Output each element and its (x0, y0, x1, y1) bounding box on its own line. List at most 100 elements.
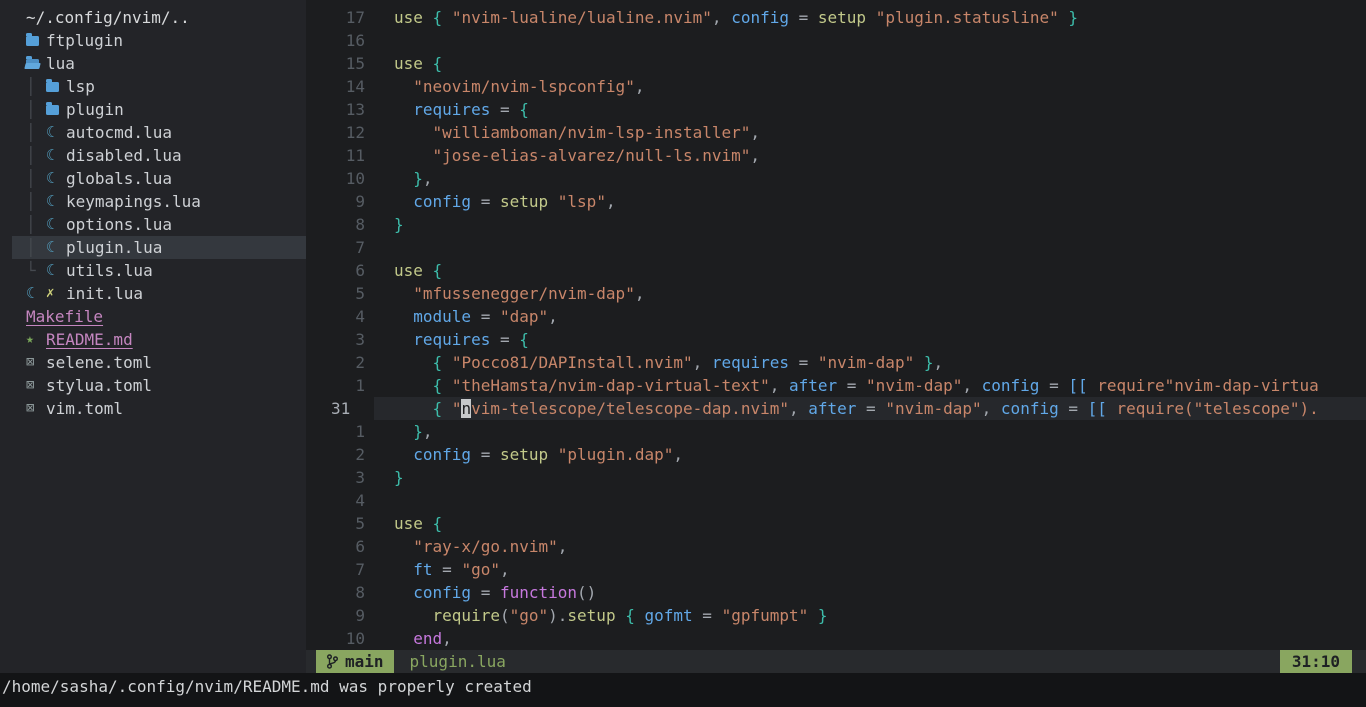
code-line[interactable]: 2 { "Pocco81/DAPInstall.nvim", requires … (306, 351, 1366, 374)
line-number: 6 (306, 535, 365, 558)
code-line[interactable]: 7 (306, 236, 1366, 259)
code-text (394, 489, 1366, 512)
code-text: { "Pocco81/DAPInstall.nvim", requires = … (394, 351, 1366, 374)
tree-item-README.md[interactable]: ★README.md (0, 328, 306, 351)
line-number: 16 (306, 29, 365, 52)
code-line[interactable]: 13 requires = { (306, 98, 1366, 121)
tree-guide: └ (26, 259, 46, 282)
code-line[interactable]: 6 use { (306, 259, 1366, 282)
tree-item-label: stylua.toml (46, 374, 152, 397)
tree-item-label: disabled.lua (66, 144, 182, 167)
file-tree: ftpluginlua│lsp│plugin│☾autocmd.lua│☾dis… (0, 29, 306, 420)
code-text: config = function() (394, 581, 1366, 604)
editor-column: 17use { "nvim-lualine/lualine.nvim", con… (306, 0, 1366, 673)
code-text: ft = "go", (394, 558, 1366, 581)
code-line[interactable]: 1 }, (306, 420, 1366, 443)
tree-item-lsp[interactable]: │lsp (0, 75, 306, 98)
code-line[interactable]: 9 config = setup "lsp", (306, 190, 1366, 213)
tree-guide: │ (26, 121, 46, 144)
tree-item-lua[interactable]: lua (0, 52, 306, 75)
tree-item-autocmd.lua[interactable]: │☾autocmd.lua (0, 121, 306, 144)
tree-root-path: ~/.config/nvim/.. (0, 6, 306, 29)
line-number: 7 (306, 236, 365, 259)
lua-file-icon: ☾ (46, 121, 66, 144)
code-line[interactable]: 1 { "theHamsta/nvim-dap-virtual-text", a… (306, 374, 1366, 397)
lua-file-icon: ☾ (46, 144, 66, 167)
tree-item-disabled.lua[interactable]: │☾disabled.lua (0, 144, 306, 167)
code-line[interactable]: 6 "ray-x/go.nvim", (306, 535, 1366, 558)
tree-item-utils.lua[interactable]: └☾utils.lua (0, 259, 306, 282)
tree-item-options.lua[interactable]: │☾options.lua (0, 213, 306, 236)
code-line[interactable]: 8 config = function() (306, 581, 1366, 604)
tree-item-label: options.lua (66, 213, 172, 236)
code-line[interactable]: 3} (306, 466, 1366, 489)
line-number: 12 (306, 121, 365, 144)
tree-item-vim.toml[interactable]: ⊠vim.toml (0, 397, 306, 420)
tree-item-ftplugin[interactable]: ftplugin (0, 29, 306, 52)
tree-item-stylua.toml[interactable]: ⊠stylua.toml (0, 374, 306, 397)
code-line[interactable]: 16 (306, 29, 1366, 52)
tree-item-label: init.lua (66, 282, 143, 305)
tree-item-label: ftplugin (46, 29, 123, 52)
code-text: config = setup "plugin.dap", (394, 443, 1366, 466)
code-line[interactable]: 5 use { (306, 512, 1366, 535)
code-line[interactable]: 5 "mfussenegger/nvim-dap", (306, 282, 1366, 305)
line-number: 9 (306, 190, 365, 213)
tree-item-Makefile[interactable]: Makefile (0, 305, 306, 328)
tree-item-label: README.md (46, 328, 133, 351)
code-line[interactable]: 10 }, (306, 167, 1366, 190)
code-line[interactable]: 8} (306, 213, 1366, 236)
code-line[interactable]: 7 ft = "go", (306, 558, 1366, 581)
line-number: 7 (306, 558, 365, 581)
code-text: use { (394, 512, 1366, 535)
tree-item-init.lua[interactable]: ☾✗init.lua (0, 282, 306, 305)
line-number: 2 (306, 443, 365, 466)
code-line[interactable]: 11 "jose-elias-alvarez/null-ls.nvim", (306, 144, 1366, 167)
code-text: require("go").setup { gofmt = "gpfumpt" … (394, 604, 1366, 627)
code-text: }, (394, 420, 1366, 443)
git-branch-name: main (345, 652, 384, 671)
code-text: module = "dap", (394, 305, 1366, 328)
line-number: 17 (306, 6, 365, 29)
line-number: 1 (306, 374, 365, 397)
line-number: 4 (306, 489, 365, 512)
statusline: main plugin.lua 31:10 (306, 650, 1366, 673)
code-text: { "theHamsta/nvim-dap-virtual-text", aft… (394, 374, 1366, 397)
line-number: 5 (306, 512, 365, 535)
code-line[interactable]: 9 require("go").setup { gofmt = "gpfumpt… (306, 604, 1366, 627)
toml-file-icon: ⊠ (26, 351, 46, 374)
code-line[interactable]: 2 config = setup "plugin.dap", (306, 443, 1366, 466)
code-line[interactable]: 4 module = "dap", (306, 305, 1366, 328)
tree-item-label: selene.toml (46, 351, 152, 374)
code-text: use { (394, 259, 1366, 282)
code-text: use { (394, 52, 1366, 75)
lua-file-icon: ☾ (46, 236, 66, 259)
line-number: 2 (306, 351, 365, 374)
line-number: 10 (306, 627, 365, 650)
code-line[interactable]: 15use { (306, 52, 1366, 75)
tree-guide: │ (26, 167, 46, 190)
code-line[interactable]: 10 end, (306, 627, 1366, 650)
tree-item-label: globals.lua (66, 167, 172, 190)
code-line[interactable]: 12 "williamboman/nvim-lsp-installer", (306, 121, 1366, 144)
code-line-current[interactable]: 31 { "nvim-telescope/telescope-dap.nvim"… (306, 397, 1366, 420)
tree-item-plugin.lua[interactable]: │☾plugin.lua (12, 236, 306, 259)
tree-item-keymapings.lua[interactable]: │☾keymapings.lua (0, 190, 306, 213)
tree-item-plugin[interactable]: │plugin (0, 98, 306, 121)
star-icon: ★ (26, 328, 46, 351)
code-line[interactable]: 4 (306, 489, 1366, 512)
editor-buffer[interactable]: 17use { "nvim-lualine/lualine.nvim", con… (306, 0, 1366, 650)
command-line-message: /home/sasha/.config/nvim/README.md was p… (0, 673, 1366, 707)
code-line[interactable]: 3 requires = { (306, 328, 1366, 351)
tree-guide: │ (26, 75, 46, 98)
file-tree-panel[interactable]: ~/.config/nvim/.. ftpluginlua│lsp│plugin… (0, 0, 306, 673)
code-text: requires = { (394, 328, 1366, 351)
line-number: 3 (306, 466, 365, 489)
line-number: 6 (306, 259, 365, 282)
tree-item-globals.lua[interactable]: │☾globals.lua (0, 167, 306, 190)
tree-item-selene.toml[interactable]: ⊠selene.toml (0, 351, 306, 374)
tree-guide: │ (26, 213, 46, 236)
code-line[interactable]: 17use { "nvim-lualine/lualine.nvim", con… (306, 6, 1366, 29)
folder-icon (46, 81, 66, 92)
code-line[interactable]: 14 "neovim/nvim-lspconfig", (306, 75, 1366, 98)
